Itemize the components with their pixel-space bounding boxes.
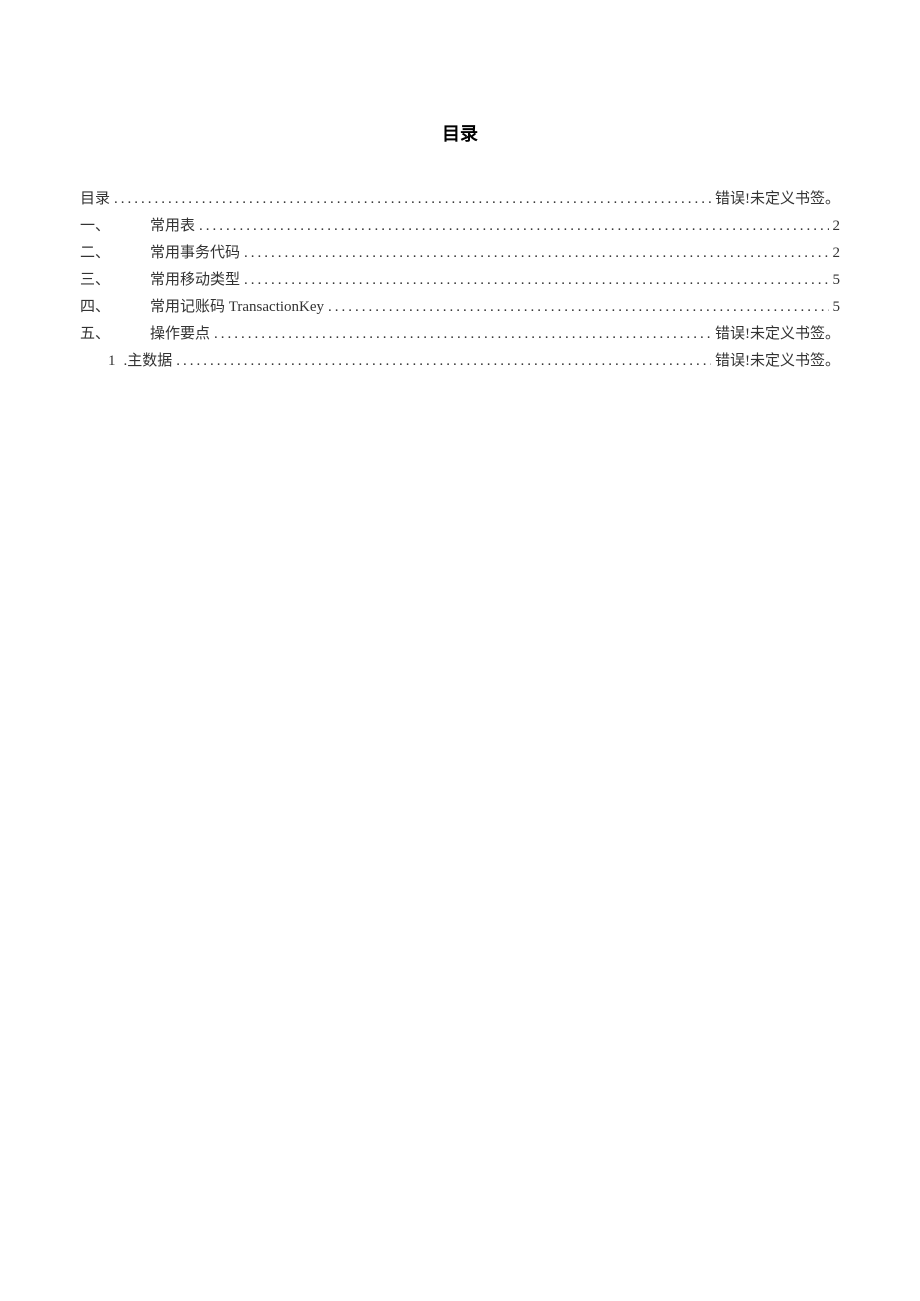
toc-page: 5 bbox=[829, 267, 841, 294]
toc-number: 五、 bbox=[80, 321, 150, 348]
toc-label: 常用记账码 TransactionKey bbox=[150, 294, 328, 321]
toc-label: 操作要点 bbox=[150, 321, 214, 348]
toc-leader-dots: ........................................… bbox=[328, 294, 828, 321]
toc-page: 5 bbox=[829, 294, 841, 321]
toc-page: 2 bbox=[829, 213, 841, 240]
toc-label: 常用表 bbox=[150, 213, 199, 240]
toc-number: 四、 bbox=[80, 294, 150, 321]
toc-entry: 1.主数据...................................… bbox=[80, 348, 840, 375]
toc-number: 三、 bbox=[80, 267, 150, 294]
toc-leader-dots: ........................................… bbox=[199, 213, 828, 240]
toc-label: 常用移动类型 bbox=[150, 267, 244, 294]
toc-page: 错误!未定义书签。 bbox=[711, 186, 840, 213]
toc-label: 目录 bbox=[80, 186, 114, 213]
toc-leader-dots: ........................................… bbox=[114, 186, 711, 213]
toc-entry: 二、常用事务代码................................… bbox=[80, 240, 840, 267]
toc-entry: 三、常用移动类型................................… bbox=[80, 267, 840, 294]
toc-leader-dots: ........................................… bbox=[244, 240, 828, 267]
toc-number: 1 bbox=[108, 348, 124, 375]
toc-container: 目录......................................… bbox=[80, 186, 840, 375]
toc-page: 错误!未定义书签。 bbox=[711, 348, 840, 375]
toc-number: 一、 bbox=[80, 213, 150, 240]
toc-entry: 目录......................................… bbox=[80, 186, 840, 213]
toc-page: 错误!未定义书签。 bbox=[711, 321, 840, 348]
toc-label: .主数据 bbox=[124, 348, 177, 375]
toc-entry: 一、常用表...................................… bbox=[80, 213, 840, 240]
toc-number: 二、 bbox=[80, 240, 150, 267]
toc-entry: 四、常用记账码 TransactionKey..................… bbox=[80, 294, 840, 321]
page-title: 目录 bbox=[80, 120, 840, 146]
toc-page: 2 bbox=[829, 240, 841, 267]
toc-leader-dots: ........................................… bbox=[214, 321, 711, 348]
toc-entry: 五、操作要点..................................… bbox=[80, 321, 840, 348]
toc-label: 常用事务代码 bbox=[150, 240, 244, 267]
toc-leader-dots: ........................................… bbox=[176, 348, 711, 375]
toc-leader-dots: ........................................… bbox=[244, 267, 828, 294]
